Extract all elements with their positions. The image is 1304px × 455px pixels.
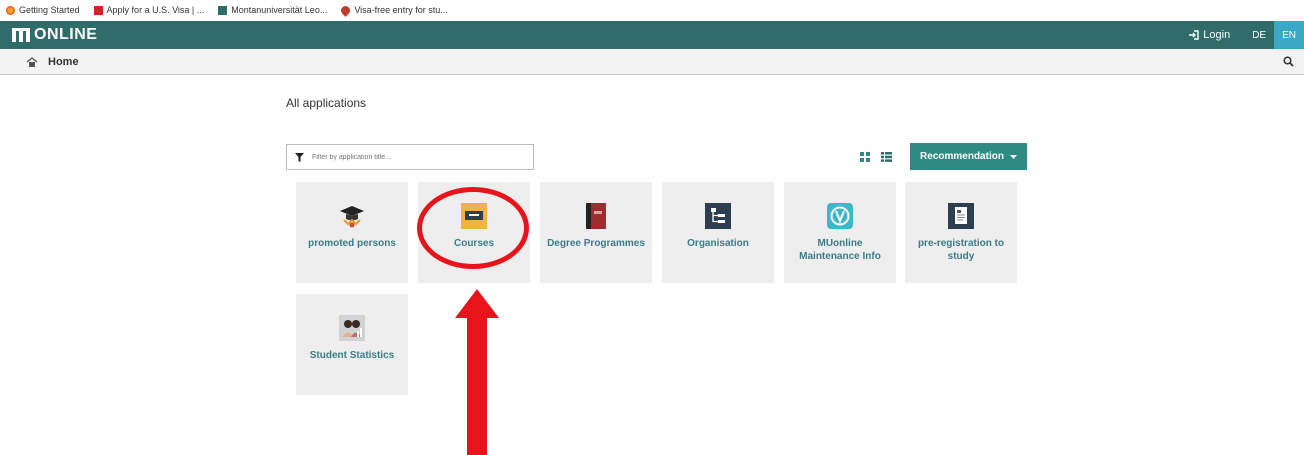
bookmark-visa-free[interactable]: Visa-free entry for stu...: [339, 3, 448, 17]
bookmark-label: Montanuniversität Leo...: [231, 5, 328, 15]
tile-label: MUonline Maintenance Info: [799, 238, 881, 262]
app-tile-promoted-persons[interactable]: promoted persons: [296, 182, 408, 283]
bookmark-apply-visa[interactable]: Apply for a U.S. Visa | ...: [93, 5, 205, 15]
search-icon[interactable]: [1283, 56, 1294, 67]
bookmarks-bar: Getting Started Apply for a U.S. Visa | …: [0, 0, 1304, 20]
list-view-icon[interactable]: [881, 152, 892, 162]
document-icon: [948, 203, 974, 229]
top-navigation-bar: ONLINE Login DE EN: [0, 21, 1304, 49]
recommendation-label: Recommendation: [920, 151, 1004, 162]
graduation-cap-icon: [340, 206, 364, 228]
visa-icon: [93, 5, 103, 15]
chalkboard-icon: [461, 203, 487, 229]
app-tile-student-statistics[interactable]: Student Statistics: [296, 294, 408, 395]
bookmark-label: Visa-free entry for stu...: [354, 5, 448, 15]
bookmark-montanuniversitat[interactable]: Montanuniversität Leo...: [218, 5, 327, 15]
maintenance-icon: [827, 203, 853, 229]
breadcrumb: Home: [0, 49, 1304, 75]
book-icon: [586, 203, 606, 229]
logo[interactable]: ONLINE: [0, 26, 97, 44]
bookmark-label: Getting Started: [19, 5, 80, 15]
filter-icon: [295, 152, 304, 162]
app-tile-organisation[interactable]: Organisation: [662, 182, 774, 283]
login-button[interactable]: Login: [1188, 29, 1244, 41]
caret-down-icon: [1009, 154, 1017, 159]
mu-icon: [218, 5, 228, 15]
bookmark-getting-started[interactable]: Getting Started: [6, 5, 80, 15]
app-tile-pre-registration[interactable]: pre-registration to study: [905, 182, 1017, 283]
lang-en-button[interactable]: EN: [1274, 21, 1304, 49]
tile-label: Student Statistics: [309, 350, 395, 361]
logo-text: ONLINE: [34, 26, 98, 43]
app-tile-muonline-maintenance[interactable]: MUonline Maintenance Info: [784, 182, 896, 283]
tile-label: promoted persons: [308, 238, 396, 249]
filter-box[interactable]: [286, 144, 534, 170]
filter-input[interactable]: [312, 153, 512, 161]
app-tile-courses[interactable]: Courses: [418, 182, 530, 283]
breadcrumb-home[interactable]: Home: [48, 56, 79, 68]
tile-label: Courses: [453, 238, 494, 249]
pin-icon: [339, 3, 353, 17]
lang-de-button[interactable]: DE: [1244, 21, 1274, 49]
m-logo-icon: [12, 28, 30, 42]
students-icon: [339, 315, 365, 341]
page-title: All applications: [286, 96, 367, 110]
home-icon[interactable]: [26, 56, 38, 67]
recommendation-dropdown[interactable]: Recommendation: [910, 143, 1027, 170]
firefox-icon: [6, 5, 15, 15]
tile-label: Degree Programmes: [547, 238, 645, 249]
login-label: Login: [1203, 29, 1231, 41]
grid-view-icon[interactable]: [860, 152, 870, 162]
tile-label: Organisation: [687, 238, 749, 249]
org-chart-icon: [705, 203, 731, 229]
bookmark-label: Apply for a U.S. Visa | ...: [106, 5, 205, 15]
login-icon: [1189, 30, 1199, 40]
app-tile-degree-programmes[interactable]: Degree Programmes: [540, 182, 652, 283]
tile-label: pre-registration to study: [917, 238, 1005, 262]
